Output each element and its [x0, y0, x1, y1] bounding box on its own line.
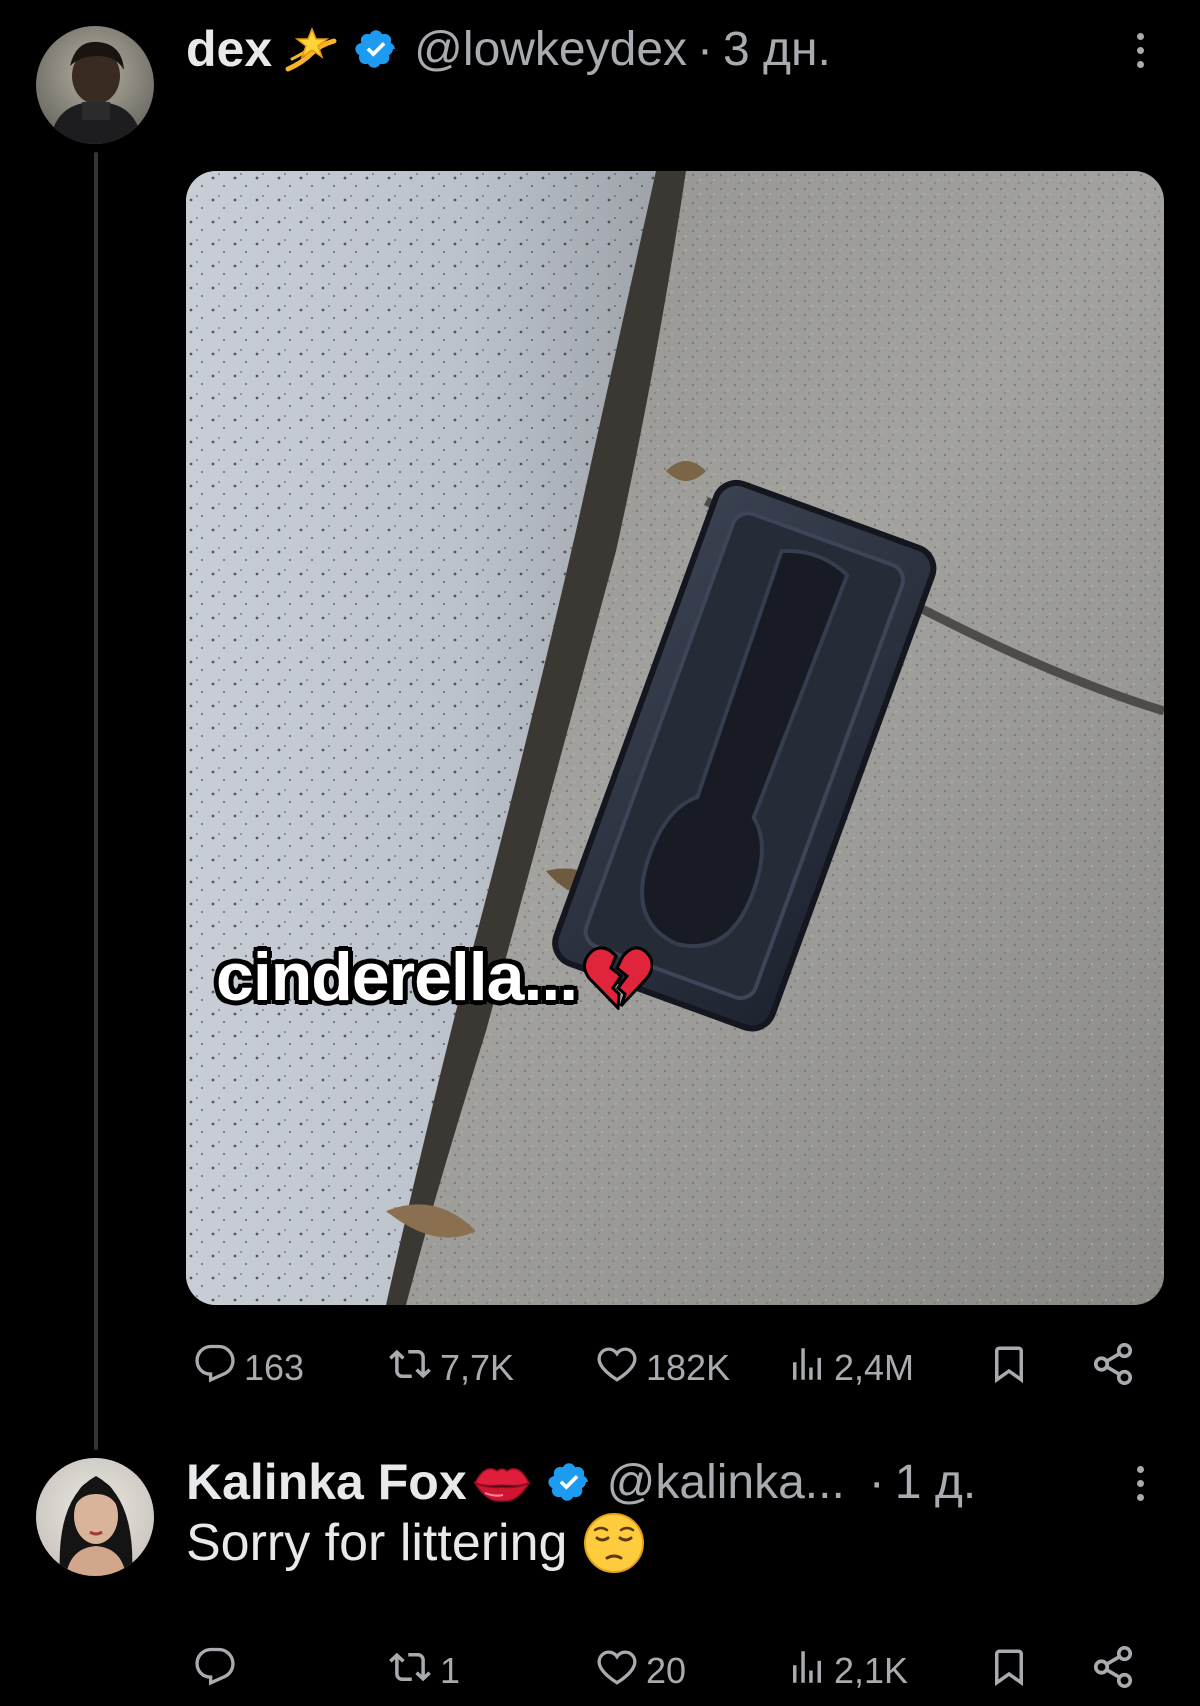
tweet-media-image[interactable] [186, 171, 1164, 1305]
reply-body-text: Sorry for littering [186, 1514, 568, 1572]
repost-icon [386, 1646, 434, 1697]
reply-action-bar: 1 20 2,1K [186, 1636, 1142, 1706]
author-handle[interactable]: @lowkeydex [414, 22, 687, 77]
reply-header: Kalinka Fox @kalinka... · 1 д. [186, 1447, 976, 1517]
dizzy-emoji-icon [282, 23, 340, 75]
author-display-name[interactable]: dex [186, 20, 272, 78]
tweet-timestamp[interactable]: 3 дн. [723, 22, 831, 77]
heart-icon [594, 1646, 640, 1697]
share-button[interactable] [1090, 1341, 1136, 1396]
views-count: 2,1K [834, 1650, 909, 1691]
repost-count: 7,7K [440, 1347, 515, 1388]
views-chart-icon [786, 1646, 828, 1697]
reply-timestamp[interactable]: 1 д. [895, 1455, 976, 1510]
media-caption: cinderella... [216, 938, 654, 1016]
views-button[interactable]: 2,1K [786, 1646, 908, 1697]
verified-badge-icon[interactable] [547, 1460, 591, 1504]
reply-button[interactable]: 163 [192, 1343, 304, 1394]
repost-icon [386, 1343, 434, 1394]
verified-badge-icon[interactable] [354, 27, 398, 71]
repost-button[interactable]: 1 [386, 1646, 460, 1697]
broken-heart-emoji-icon [583, 944, 654, 1010]
author-display-name[interactable]: Kalinka Fox [186, 1453, 467, 1511]
reply-button[interactable] [192, 1646, 244, 1697]
tweet-header: dex @lowkeydex · 3 дн. [186, 14, 831, 84]
pensive-face-emoji-icon [583, 1512, 645, 1574]
repost-count: 1 [440, 1650, 461, 1691]
share-button[interactable] [1090, 1644, 1136, 1699]
bookmark-button[interactable] [988, 1341, 1030, 1396]
like-count: 182K [646, 1347, 731, 1388]
like-button[interactable]: 20 [594, 1646, 686, 1697]
reply-bubble-icon [192, 1646, 238, 1697]
avatar[interactable] [36, 1458, 154, 1576]
reply-count: 163 [244, 1347, 305, 1388]
views-button[interactable]: 2,4M [786, 1343, 914, 1394]
separator-dot: · [868, 1455, 885, 1509]
views-count: 2,4M [834, 1347, 915, 1388]
bookmark-icon [988, 1644, 1030, 1699]
avatar[interactable] [36, 26, 154, 144]
bookmark-icon [988, 1341, 1030, 1396]
more-options-icon[interactable] [1120, 20, 1160, 80]
share-icon [1090, 1644, 1136, 1699]
media-caption-text: cinderella... [216, 939, 578, 1015]
share-icon [1090, 1341, 1136, 1396]
like-count: 20 [646, 1650, 687, 1691]
reply-body: Sorry for littering [186, 1512, 645, 1574]
lips-emoji-icon [471, 1457, 533, 1507]
tweet-action-bar: 163 7,7K 182K 2,4M [186, 1333, 1142, 1403]
reply-bubble-icon [192, 1343, 238, 1394]
like-button[interactable]: 182K [594, 1343, 730, 1394]
author-handle[interactable]: @kalinka... [607, 1455, 845, 1510]
separator-dot: · [697, 22, 713, 76]
heart-icon [594, 1343, 640, 1394]
repost-button[interactable]: 7,7K [386, 1343, 514, 1394]
more-options-icon[interactable] [1120, 1453, 1160, 1513]
views-chart-icon [786, 1343, 828, 1394]
bookmark-button[interactable] [988, 1644, 1030, 1699]
thread-connector-line [94, 152, 98, 1450]
